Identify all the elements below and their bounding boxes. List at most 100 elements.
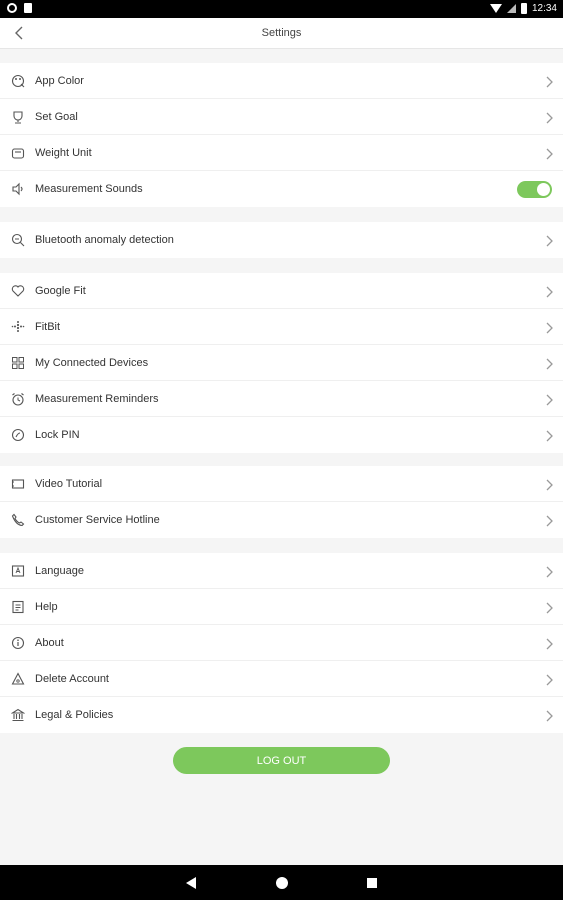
chevron-right-icon <box>546 430 553 442</box>
chevron-right-icon <box>545 357 553 370</box>
scale-icon <box>10 146 25 160</box>
page-title: Settings <box>261 27 302 39</box>
chevron-right-icon <box>545 637 553 650</box>
palette-icon <box>10 74 25 88</box>
nav-back-icon[interactable] <box>186 877 196 889</box>
settings-group: Bluetooth anomaly detection <box>0 222 563 258</box>
chevron-right-icon <box>546 638 553 650</box>
settings-item-label: Set Goal <box>35 111 78 123</box>
chevron-right-icon <box>546 322 553 334</box>
chevron-right-icon <box>545 147 553 160</box>
settings-item-label: FitBit <box>35 321 61 333</box>
chevron-right-icon <box>546 602 553 614</box>
settings-item-measurement-sounds[interactable]: Measurement Sounds <box>0 171 563 207</box>
chevron-right-icon <box>546 148 553 160</box>
sd-card-icon <box>24 3 32 13</box>
help-icon <box>10 600 25 614</box>
speaker-icon <box>10 182 25 196</box>
settings-item-language[interactable]: Language <box>0 553 563 589</box>
chevron-right-icon <box>546 286 553 298</box>
chevron-right-icon <box>546 710 553 722</box>
settings-item-label: About <box>35 637 64 649</box>
settings-item-label: Video Tutorial <box>35 478 103 490</box>
settings-group: Video Tutorial Customer Service Hotline <box>0 466 563 538</box>
settings-item-set-goal[interactable]: Set Goal <box>0 99 563 135</box>
settings-item-fitbit[interactable]: FitBit <box>0 309 563 345</box>
lock-icon <box>10 428 25 442</box>
chevron-right-icon <box>545 514 553 527</box>
fitbit-icon <box>10 320 25 334</box>
video-icon <box>10 477 25 491</box>
settings-item-label: My Connected Devices <box>35 357 149 369</box>
notification-icon <box>7 3 17 13</box>
settings-item-label: Language <box>35 565 84 577</box>
settings-group: App Color Set Goal Weight Unit Measurement … <box>0 63 563 207</box>
settings-item-label: Delete Account <box>35 673 109 685</box>
settings-item-bluetooth-anomaly-detection[interactable]: Bluetooth anomaly detection <box>0 222 563 258</box>
chevron-right-icon <box>545 75 553 88</box>
settings-item-about[interactable]: About <box>0 625 563 661</box>
settings-item-label: Legal & Policies <box>35 709 114 721</box>
status-time: 12:34 <box>531 3 557 14</box>
chevron-right-icon <box>545 285 553 298</box>
toggle-knob <box>537 183 550 196</box>
settings-item-label: Google Fit <box>35 285 86 297</box>
battery-icon <box>520 3 527 14</box>
chevron-right-icon <box>546 515 553 527</box>
chevron-right-icon <box>545 429 553 442</box>
chevron-right-icon <box>546 358 553 370</box>
status-bar-left <box>7 3 32 13</box>
trophy-icon <box>10 110 25 124</box>
chevron-right-icon <box>545 601 553 614</box>
chevron-right-icon <box>545 321 553 334</box>
info-icon <box>10 636 25 650</box>
chevron-right-icon <box>546 394 553 406</box>
settings-item-label: Lock PIN <box>35 429 80 441</box>
settings-item-google-fit[interactable]: Google Fit <box>0 273 563 309</box>
alarm-clock-icon <box>10 392 25 406</box>
signal-icon <box>506 4 516 13</box>
measurement-sounds-toggle[interactable] <box>517 181 552 198</box>
settings-item-my-connected-devices[interactable]: My Connected Devices <box>0 345 563 381</box>
chevron-right-icon <box>545 565 553 578</box>
settings-item-label: Measurement Reminders <box>35 393 159 405</box>
nav-home-icon[interactable] <box>276 877 288 889</box>
settings-item-weight-unit[interactable]: Weight Unit <box>0 135 563 171</box>
settings-item-delete-account[interactable]: Delete Account <box>0 661 563 697</box>
search-icon <box>10 233 25 247</box>
chevron-right-icon <box>546 235 553 247</box>
bank-icon <box>10 708 25 722</box>
chevron-right-icon <box>545 111 553 124</box>
settings-item-measurement-reminders[interactable]: Measurement Reminders <box>0 381 563 417</box>
chevron-right-icon <box>545 709 553 722</box>
settings-item-app-color[interactable]: App Color <box>0 63 563 99</box>
settings-item-help[interactable]: Help <box>0 589 563 625</box>
settings-group: Google Fit FitBit My Connected Devices Meas… <box>0 273 563 453</box>
phone-icon <box>10 513 25 527</box>
delete-account-icon <box>10 672 25 686</box>
status-bar-right: 12:34 <box>489 3 557 14</box>
logout-button[interactable]: LOG OUT <box>173 747 390 774</box>
chevron-right-icon <box>545 673 553 686</box>
settings-item-label: Help <box>35 601 58 613</box>
settings-item-customer-service-hotline[interactable]: Customer Service Hotline <box>0 502 563 538</box>
chevron-right-icon <box>546 479 553 491</box>
status-bar: 12:34 <box>0 0 563 18</box>
settings-item-video-tutorial[interactable]: Video Tutorial <box>0 466 563 502</box>
settings-item-label: Measurement Sounds <box>35 183 143 195</box>
chevron-right-icon <box>545 234 553 247</box>
settings-item-label: App Color <box>35 75 84 87</box>
language-icon <box>10 564 25 578</box>
settings-item-legal-and-policies[interactable]: Legal & Policies <box>0 697 563 733</box>
wifi-icon <box>489 4 502 13</box>
settings-item-lock-pin[interactable]: Lock PIN <box>0 417 563 453</box>
chevron-right-icon <box>546 76 553 88</box>
devices-grid-icon <box>10 356 25 370</box>
chevron-right-icon <box>546 674 553 686</box>
nav-recents-icon[interactable] <box>367 878 377 888</box>
header: Settings <box>0 18 563 49</box>
chevron-right-icon <box>546 112 553 124</box>
settings-item-label: Customer Service Hotline <box>35 514 160 526</box>
chevron-right-icon <box>546 566 553 578</box>
system-nav-bar <box>0 865 563 900</box>
